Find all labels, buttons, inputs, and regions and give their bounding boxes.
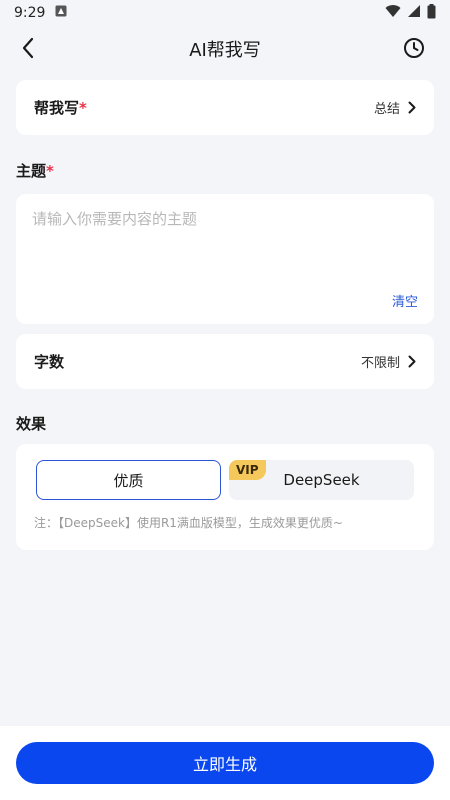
clock-icon [404, 38, 424, 58]
word-count-value: 不限制 [360, 356, 400, 371]
chevron-right-icon [408, 101, 416, 114]
signal-icon [407, 4, 421, 22]
help-write-label: 帮我写* [34, 99, 87, 117]
effect-card: 优质 VIP DeepSeek 注：【DeepSeek】使用R1满血版模型，生成… [16, 444, 434, 550]
notification-icon [55, 5, 67, 21]
option-deepseek-label: DeepSeek [283, 471, 360, 489]
status-time: 9:29 [14, 5, 46, 21]
clear-button[interactable]: 清空 [392, 291, 418, 310]
status-bar: 9:29 [0, 0, 450, 26]
bottom-bar: 立即生成 [0, 726, 450, 800]
generate-button[interactable]: 立即生成 [16, 742, 434, 784]
back-arrow-icon [22, 37, 34, 59]
required-mark: * [46, 162, 54, 180]
wifi-icon [385, 4, 401, 22]
help-write-row[interactable]: 帮我写* 总结 [16, 80, 434, 135]
vip-badge: VIP [229, 460, 266, 480]
option-quality-label: 优质 [113, 471, 144, 490]
chevron-right-icon [408, 355, 416, 368]
battery-icon [427, 3, 436, 23]
word-count-label: 字数 [34, 353, 65, 371]
topic-input[interactable] [32, 208, 412, 288]
required-mark: * [79, 99, 87, 117]
help-write-value: 总结 [373, 102, 400, 117]
history-button[interactable] [402, 36, 426, 60]
word-count-row[interactable]: 字数 不限制 [16, 334, 434, 389]
app-bar: AI帮我写 [0, 26, 450, 72]
page-title: AI帮我写 [189, 40, 261, 61]
topic-section-title: 主题* [16, 162, 54, 180]
effect-section-title: 效果 [16, 415, 47, 433]
topic-card: 清空 [16, 194, 434, 324]
option-deepseek[interactable]: VIP DeepSeek [229, 460, 414, 500]
back-button[interactable] [16, 36, 40, 60]
effect-note: 注：【DeepSeek】使用R1满血版模型，生成效果更优质~ [34, 516, 343, 530]
option-quality[interactable]: 优质 [36, 460, 221, 500]
